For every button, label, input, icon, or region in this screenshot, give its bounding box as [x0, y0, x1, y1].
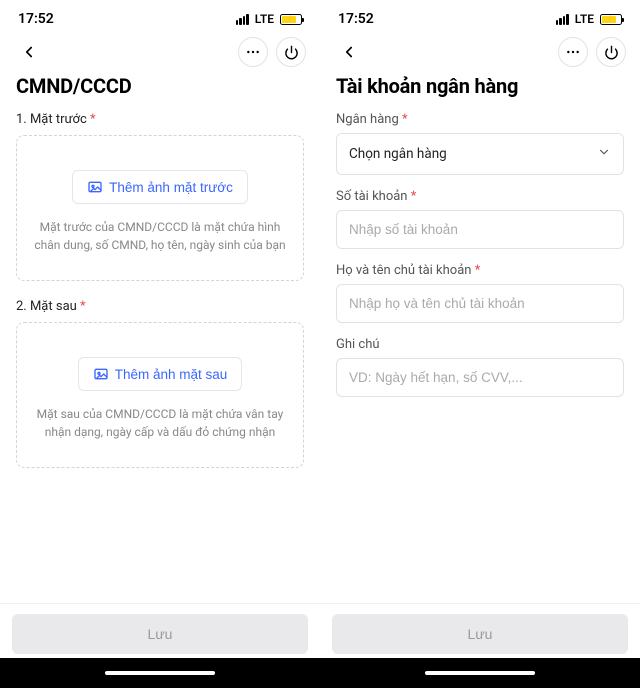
- chevron-down-icon: [597, 145, 611, 163]
- battery-icon: ⚡: [280, 14, 302, 25]
- nav-bar: [320, 34, 640, 74]
- status-indicators: LTE ⚡: [556, 12, 622, 26]
- bank-label: Ngân hàng *: [336, 112, 624, 127]
- front-label: 1. Mặt trước *: [16, 112, 304, 127]
- status-time: 17:52: [18, 11, 54, 27]
- save-button[interactable]: Lưu: [12, 614, 308, 654]
- front-hint: Mặt trước của CMND/CCCD là mặt chứa hình…: [33, 218, 287, 254]
- home-indicator: [425, 671, 535, 675]
- signal-icon: [236, 14, 249, 25]
- back-label: 2. Mặt sau *: [16, 299, 304, 314]
- status-bar: 17:52 LTE ⚡: [320, 0, 640, 34]
- page-title: Tài khoản ngân hàng: [336, 74, 624, 98]
- screen-bank-account: 17:52 LTE ⚡ Tài khoản ngân hàng: [320, 0, 640, 688]
- bottom-bar: [320, 658, 640, 688]
- more-button[interactable]: [238, 37, 268, 67]
- nav-bar: [0, 34, 320, 74]
- battery-icon: ⚡: [600, 14, 622, 25]
- holder-label: Họ và tên chủ tài khoản *: [336, 263, 624, 278]
- add-back-photo-button[interactable]: Thêm ảnh mặt sau: [78, 357, 243, 391]
- signal-icon: [556, 14, 569, 25]
- status-time: 17:52: [338, 11, 374, 27]
- account-label: Số tài khoản *: [336, 189, 624, 204]
- power-button[interactable]: [596, 37, 626, 67]
- back-upload-card: Thêm ảnh mặt sau Mặt sau của CMND/CCCD l…: [16, 322, 304, 468]
- page-title: CMND/CCCD: [16, 74, 304, 98]
- back-button[interactable]: [334, 37, 364, 67]
- front-upload-card: Thêm ảnh mặt trước Mặt trước của CMND/CC…: [16, 135, 304, 281]
- power-button[interactable]: [276, 37, 306, 67]
- bank-select[interactable]: Chọn ngân hàng: [336, 133, 624, 175]
- network-label: LTE: [575, 12, 594, 26]
- status-indicators: LTE ⚡: [236, 12, 302, 26]
- home-indicator: [105, 671, 215, 675]
- add-front-photo-button[interactable]: Thêm ảnh mặt trước: [72, 170, 248, 204]
- bottom-bar: [0, 658, 320, 688]
- note-input[interactable]: [336, 358, 624, 397]
- back-button[interactable]: [14, 37, 44, 67]
- note-label: Ghi chú: [336, 337, 624, 352]
- account-input[interactable]: [336, 210, 624, 249]
- image-add-icon: [93, 366, 109, 382]
- image-add-icon: [87, 179, 103, 195]
- holder-input[interactable]: [336, 284, 624, 323]
- save-button[interactable]: Lưu: [332, 614, 628, 654]
- back-hint: Mặt sau của CMND/CCCD là mặt chứa vân ta…: [33, 405, 287, 441]
- more-button[interactable]: [558, 37, 588, 67]
- status-bar: 17:52 LTE ⚡: [0, 0, 320, 34]
- screen-id-card: 17:52 LTE ⚡ CMND/CCCD 1. Mặt tr: [0, 0, 320, 688]
- network-label: LTE: [255, 12, 274, 26]
